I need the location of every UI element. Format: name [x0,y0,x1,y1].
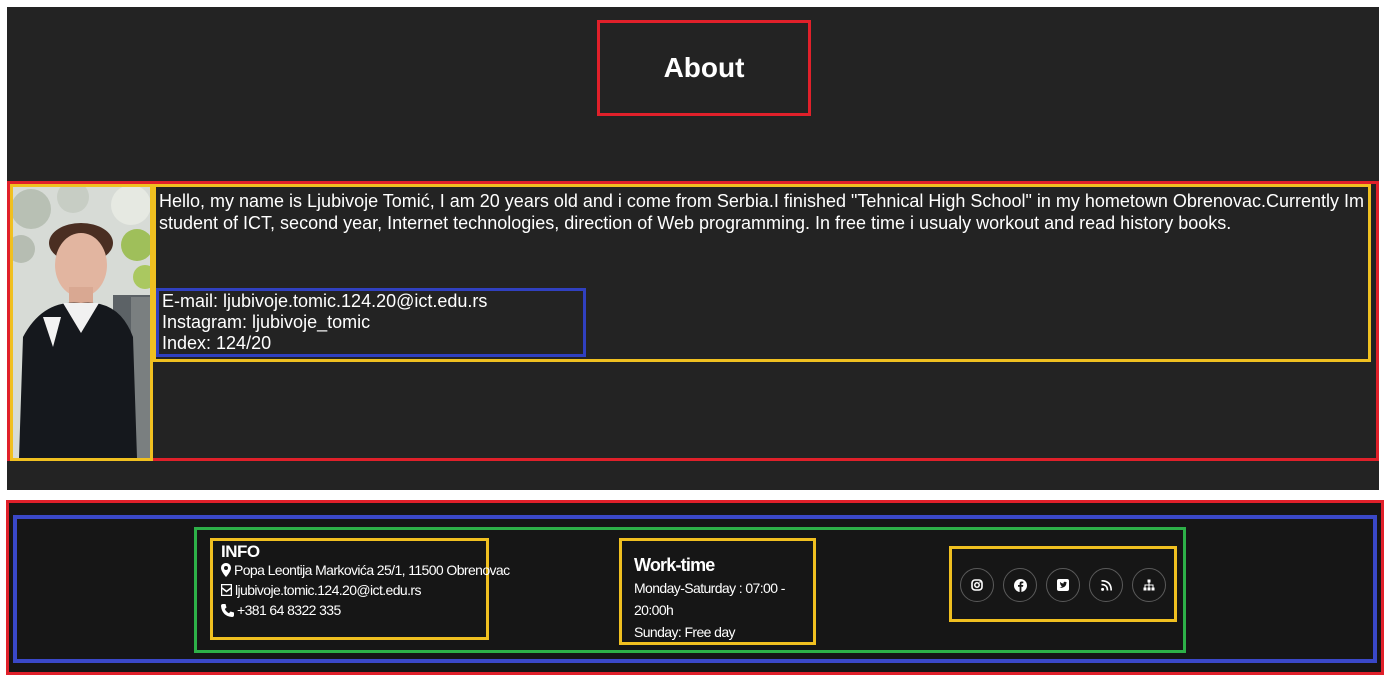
worktime-heading: Work-time [634,555,715,575]
phone-text: +381 64 8322 335 [237,602,341,618]
contacts-box: E-mail: ljubivoje.tomic.124.20@ict.edu.r… [156,288,586,357]
info-heading: INFO [221,542,260,561]
profile-photo [10,184,153,461]
instagram-icon[interactable] [960,568,994,602]
footer-row: INFO Popa Leontija Markovića 25/1, 11500… [194,527,1186,653]
footer: INFO Popa Leontija Markovića 25/1, 11500… [6,500,1384,675]
facebook-icon[interactable] [1003,568,1037,602]
twitter-icon[interactable] [1046,568,1080,602]
info-box: INFO Popa Leontija Markovića 25/1, 11500… [210,538,510,640]
worktime-weekdays: Monday-Saturday : 07:00 - 20:00h [634,580,785,618]
worktime-box: Work-time Monday-Saturday : 07:00 - 20:0… [619,538,816,645]
envelope-icon [221,584,232,596]
about-content: Hello, my name is Ljubivoje Tomić, I am … [7,181,1379,461]
bio-text: Hello, my name is Ljubivoje Tomić, I am … [159,191,1364,233]
about-section: About Hello, my name is Ljubivoje Tomić,… [7,7,1379,490]
title-box: About [597,20,811,116]
profile-photo-image [13,187,150,458]
map-marker-icon [221,563,231,577]
contact-email: E-mail: ljubivoje.tomic.124.20@ict.edu.r… [162,291,488,311]
sitemap-icon[interactable] [1132,568,1166,602]
address-line: Popa Leontija Markovića 25/1, 11500 Obre… [221,560,510,580]
page-title: About [663,52,745,83]
email-link[interactable]: ljubivoje.tomic.124.20@ict.edu.rs [235,580,421,600]
worktime-sunday: Sunday: Free day [634,624,736,640]
footer-container: INFO Popa Leontija Markovića 25/1, 11500… [13,515,1377,663]
bio-box: Hello, my name is Ljubivoje Tomić, I am … [153,184,1371,362]
phone-line: +381 64 8322 335 [221,600,486,620]
contact-instagram: Instagram: ljubivoje_tomic [162,312,371,332]
rss-icon[interactable] [1089,568,1123,602]
contact-index: Index: 124/20 [162,333,272,353]
address-text: Popa Leontija Markovića 25/1, 11500 Obre… [234,562,510,578]
phone-icon [221,603,234,617]
social-links [949,546,1177,622]
email-line: ljubivoje.tomic.124.20@ict.edu.rs [221,580,486,600]
